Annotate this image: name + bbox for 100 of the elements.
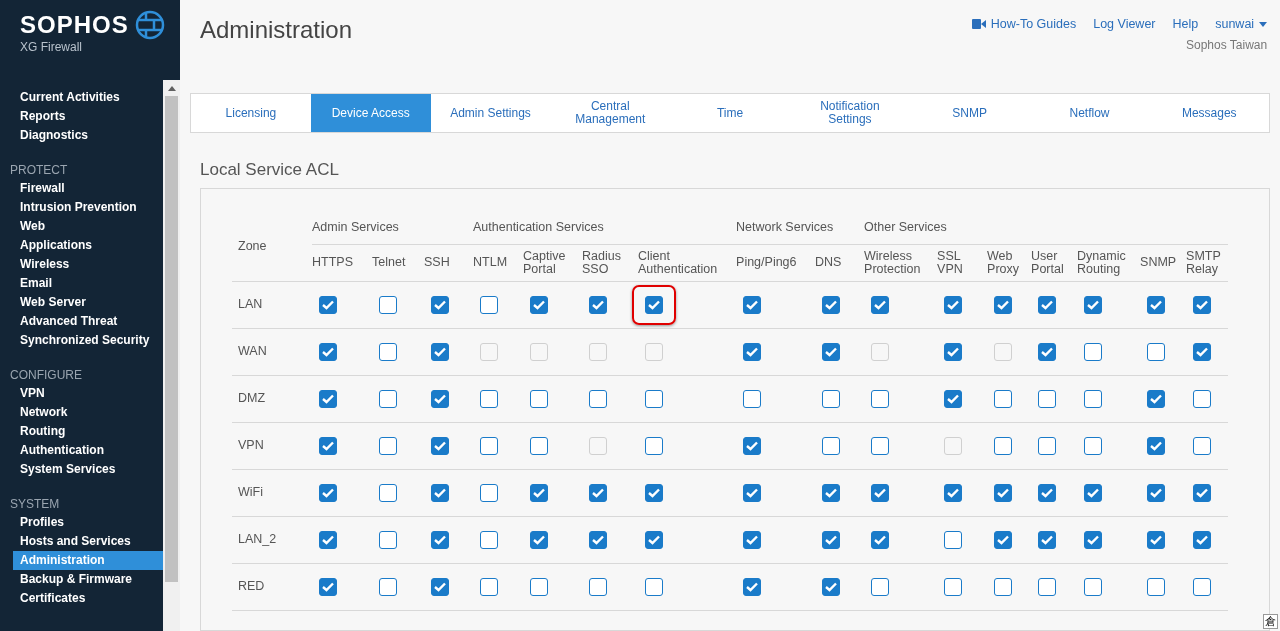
header-link[interactable]: How-To Guides [971,15,1077,34]
checkbox[interactable] [480,389,499,408]
checkbox[interactable] [645,577,664,596]
checkbox[interactable] [944,295,963,314]
checkbox[interactable] [743,342,762,361]
checkbox[interactable] [1193,530,1212,549]
checkbox[interactable] [480,295,499,314]
checkbox[interactable] [379,389,397,408]
sidebar-item[interactable]: Reports [13,107,163,126]
checkbox[interactable] [1038,389,1057,408]
checkbox[interactable] [1193,342,1212,361]
checkbox[interactable] [431,389,449,408]
checkbox[interactable] [431,436,449,455]
checkbox[interactable] [530,295,549,314]
checkbox[interactable] [1147,342,1166,361]
checkbox[interactable] [1193,483,1212,502]
checkbox[interactable] [871,530,890,549]
sidebar-item[interactable]: Routing [13,422,163,441]
checkbox[interactable] [480,530,499,549]
sidebar-item[interactable]: Profiles [13,513,163,532]
checkbox[interactable] [379,342,397,361]
user-menu[interactable]: sunwai [1215,15,1268,34]
checkbox[interactable] [743,577,762,596]
checkbox[interactable] [822,577,841,596]
checkbox[interactable] [1147,530,1166,549]
checkbox[interactable] [743,530,762,549]
sidebar-item[interactable]: Firewall [13,179,163,198]
tab[interactable]: Admin Settings [430,94,551,132]
checkbox[interactable] [431,483,449,502]
header-link[interactable]: Help [1172,15,1199,34]
checkbox[interactable] [379,483,397,502]
checkbox[interactable] [1038,530,1057,549]
checkbox[interactable] [1084,483,1103,502]
checkbox[interactable] [871,436,890,455]
checkbox[interactable] [431,295,449,314]
checkbox[interactable] [944,483,963,502]
sidebar-item[interactable]: System Services [13,460,163,479]
checkbox[interactable] [994,389,1013,408]
sidebar-item[interactable]: Diagnostics [13,126,163,145]
checkbox[interactable] [822,389,841,408]
checkbox[interactable] [589,577,608,596]
checkbox[interactable] [822,483,841,502]
checkbox[interactable] [1147,436,1166,455]
tab[interactable]: SNMP [909,94,1030,132]
sidebar-item[interactable]: Backup & Firmware [13,570,163,589]
checkbox[interactable] [944,530,963,549]
checkbox[interactable] [1038,436,1057,455]
sidebar-item[interactable]: Wireless [13,255,163,274]
sidebar-item[interactable]: Applications [13,236,163,255]
tab[interactable]: Licensing [191,94,311,132]
checkbox[interactable] [379,295,397,314]
scrollbar-thumb[interactable] [165,96,178,582]
tab[interactable]: Central Management [550,94,671,132]
checkbox[interactable] [822,342,841,361]
checkbox[interactable] [743,436,762,455]
checkbox[interactable] [1193,295,1212,314]
checkbox[interactable] [319,295,337,314]
checkbox[interactable] [480,577,499,596]
checkbox[interactable] [379,530,397,549]
checkbox[interactable] [1084,389,1103,408]
checkbox[interactable] [822,530,841,549]
checkbox[interactable] [1084,436,1103,455]
tab[interactable]: Netflow [1029,94,1150,132]
sidebar-item[interactable]: Certificates [13,589,163,608]
checkbox[interactable] [530,530,549,549]
checkbox[interactable] [645,483,664,502]
checkbox[interactable] [319,483,337,502]
checkbox[interactable] [1147,483,1166,502]
checkbox[interactable] [1147,577,1166,596]
checkbox[interactable] [645,436,664,455]
sidebar-item[interactable]: Web [13,217,163,236]
sidebar-item[interactable]: Advanced Threat [13,312,163,331]
checkbox[interactable] [871,389,890,408]
checkbox[interactable] [743,389,762,408]
sidebar-item[interactable]: Authentication [13,441,163,460]
input-method-indicator[interactable]: 倉 [1263,614,1279,629]
checkbox[interactable] [1193,389,1212,408]
checkbox[interactable] [871,295,890,314]
checkbox[interactable] [1038,342,1057,361]
checkbox[interactable] [1084,530,1103,549]
checkbox[interactable] [1193,436,1212,455]
checkbox[interactable] [589,295,608,314]
sidebar-item[interactable]: Synchronized Security [13,331,163,350]
checkbox[interactable] [1038,295,1057,314]
checkbox[interactable] [319,436,337,455]
checkbox[interactable] [530,483,549,502]
checkbox[interactable] [743,483,762,502]
scrollbar[interactable] [163,80,180,631]
tab[interactable]: Time [670,94,790,132]
sidebar-item[interactable]: VPN [13,384,163,403]
checkbox[interactable] [1084,342,1103,361]
checkbox[interactable] [319,342,337,361]
checkbox[interactable] [871,483,890,502]
checkbox[interactable] [1084,577,1103,596]
checkbox[interactable] [319,530,337,549]
checkbox[interactable] [645,389,664,408]
checkbox[interactable] [431,342,449,361]
checkbox[interactable] [379,577,397,596]
tab[interactable]: Notification Settings [790,94,910,132]
tab[interactable]: Messages [1149,94,1270,132]
